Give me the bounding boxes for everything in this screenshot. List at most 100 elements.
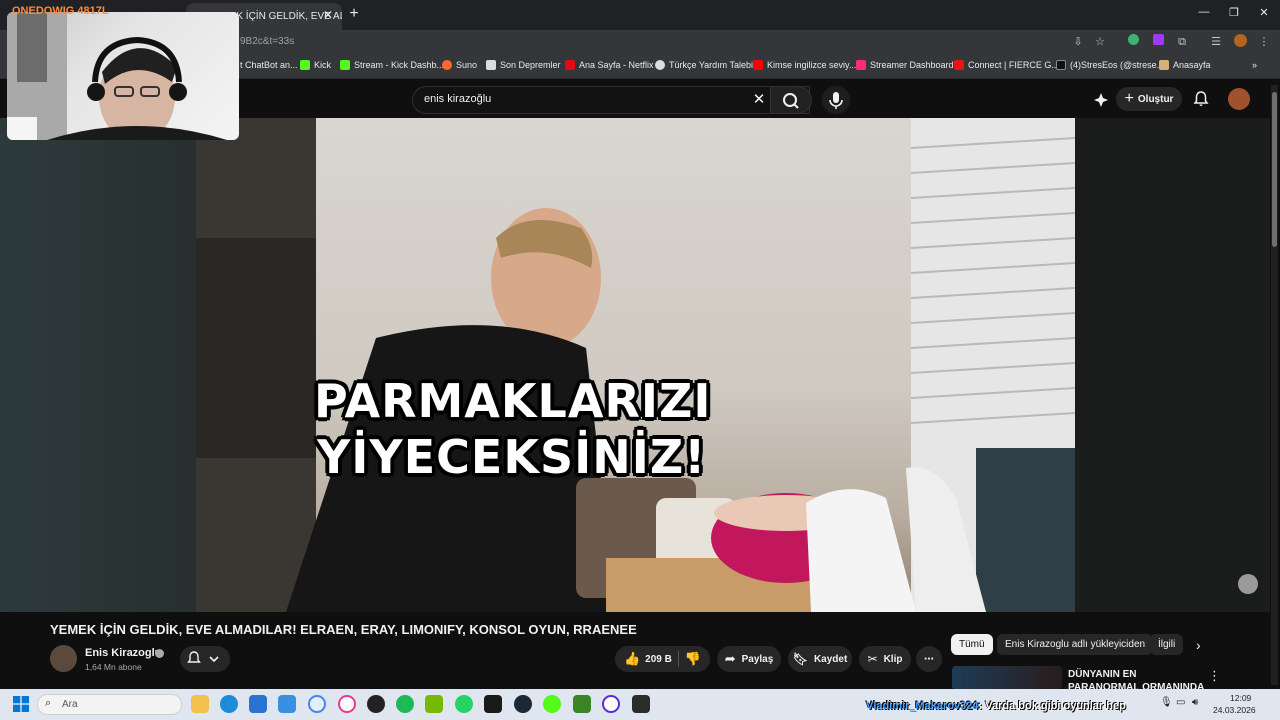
extension-shield-icon[interactable] — [1125, 34, 1141, 50]
clock-time[interactable]: 12:09 — [1230, 693, 1251, 703]
kick-app-icon[interactable] — [543, 695, 561, 713]
video-caption-line-1: PARMAKLARIZI — [314, 374, 712, 428]
chip-from-uploader[interactable]: Enis Kirazoglu adlı yükleyiciden — [997, 634, 1154, 655]
outlook-icon[interactable] — [278, 695, 296, 713]
channel-avatar[interactable] — [50, 645, 77, 672]
tab-close-icon[interactable]: ✕ — [320, 7, 336, 23]
store-icon[interactable] — [249, 695, 267, 713]
windows-start-icon[interactable] — [13, 696, 29, 712]
youtube-icon — [753, 60, 763, 70]
share-button[interactable]: ➦ Paylaş — [717, 646, 781, 672]
thumbs-down-icon[interactable]: 👎 — [685, 651, 701, 667]
scissors-icon: ✂ — [867, 652, 878, 666]
bookmark-label: (4)StresEos (@strese... — [1070, 60, 1165, 70]
profile-avatar-icon[interactable] — [1232, 34, 1248, 50]
extensions-puzzle-icon[interactable]: ⧉ — [1174, 34, 1190, 50]
account-avatar[interactable] — [1228, 88, 1250, 110]
reading-list-icon[interactable]: ☰ — [1208, 34, 1224, 50]
clock-date[interactable]: 24.03.2026 — [1213, 705, 1256, 715]
search-button[interactable] — [770, 86, 812, 114]
bookmark-item[interactable]: Son Depremler — [486, 60, 561, 70]
bookmark-label: Streamer Dashboard — [870, 60, 954, 70]
save-button[interactable]: 🔖︎ Kaydet — [788, 646, 852, 672]
extension-purple-icon[interactable] — [1150, 34, 1166, 50]
bookmarks-more-icon[interactable]: » — [1252, 60, 1257, 70]
bookmark-label: Türkçe Yardım Talebi — [669, 60, 754, 70]
microphone-tray-icon[interactable]: 🎙︎ — [1160, 697, 1173, 708]
taskbar-search-placeholder: Ara — [62, 699, 78, 710]
chrome-icon[interactable] — [308, 695, 326, 713]
help-icon — [655, 60, 665, 70]
bookmark-label: Kick — [314, 60, 332, 70]
netflix-icon — [565, 60, 575, 70]
recommendation-menu-icon[interactable]: ⋮ — [1208, 668, 1221, 684]
scrollbar-thumb[interactable] — [1272, 92, 1277, 247]
bookmark-item[interactable]: Ana Sayfa - Netflix — [565, 60, 654, 70]
bookmark-item[interactable]: Streamer Dashboard — [856, 60, 954, 70]
recommendation-thumbnail[interactable] — [952, 666, 1062, 690]
bookmark-label: Stream - Kick Dashb... — [354, 60, 445, 70]
chat-username: Vladimir_Makarov324 — [866, 700, 979, 712]
page-icon — [486, 60, 496, 70]
floating-avatar[interactable] — [1238, 574, 1258, 594]
browser-menu-icon[interactable]: ⋮ — [1256, 34, 1272, 50]
whatsapp-icon[interactable] — [455, 695, 473, 713]
subscription-bell-button[interactable] — [180, 646, 230, 672]
new-tab-button[interactable]: + — [345, 5, 363, 23]
bookmark-item[interactable]: Stream - Kick Dashb... — [340, 60, 444, 70]
bookmark-item[interactable]: Türkçe Yardım Talebi — [655, 60, 753, 70]
chip-related[interactable]: İlgili — [1150, 634, 1184, 655]
bookmark-star-icon[interactable]: ☆ — [1092, 34, 1108, 50]
like-button[interactable]: 👍 209 B — [624, 651, 672, 667]
steam-icon[interactable] — [514, 695, 532, 713]
video-caption-line-2: YİYECEKSİNİZ! — [317, 430, 707, 484]
epic-games-icon[interactable] — [632, 695, 650, 713]
bookmark-item[interactable]: Connect | FIERCE G... — [954, 60, 1059, 70]
plus-icon: + — [1124, 90, 1134, 107]
chevron-right-icon[interactable]: › — [1196, 637, 1201, 653]
search-query[interactable]: enis kirazoğlu — [424, 93, 491, 105]
ai-sparkle-icon[interactable] — [1092, 91, 1110, 109]
kick-icon — [300, 60, 310, 70]
bookmark-item[interactable]: Kick — [300, 60, 331, 70]
volume-icon[interactable]: 🔊︎ — [1192, 697, 1198, 708]
app-circle-icon[interactable] — [602, 695, 620, 713]
channel-name[interactable]: Enis Kirazoglu — [85, 647, 161, 659]
bookmark-item[interactable]: Suno — [442, 60, 477, 70]
file-explorer-icon[interactable] — [191, 695, 209, 713]
home-icon — [1159, 60, 1169, 70]
bookmark-item[interactable]: Anasayfa — [1159, 60, 1211, 70]
obs-icon[interactable] — [367, 695, 385, 713]
more-actions-button[interactable]: ⋯ — [916, 646, 942, 672]
window-close-icon[interactable]: ✕ — [1254, 6, 1274, 22]
voice-search-button[interactable] — [822, 86, 850, 114]
notifications-bell-icon[interactable] — [1192, 90, 1210, 108]
create-button[interactable]: + Oluştur — [1116, 87, 1182, 111]
clear-search-icon[interactable]: ✕ — [750, 91, 768, 109]
bookmark-label: Connect | FIERCE G... — [968, 60, 1059, 70]
nvidia-icon[interactable] — [425, 695, 443, 713]
opera-icon[interactable] — [338, 695, 356, 713]
url-field[interactable]: 9B2c&t=33s — [240, 36, 294, 47]
stream-chat-overlay: Vladimir_Makarov324: Varda bok gibi oyun… — [866, 700, 1126, 712]
clip-button[interactable]: ✂ Klip — [859, 646, 911, 672]
bookmark-item[interactable]: t ChatBot an... — [240, 60, 298, 70]
edge-icon[interactable] — [220, 695, 238, 713]
video-player[interactable]: PARMAKLARIZI YİYECEKSİNİZ! — [196, 118, 1075, 612]
bookmark-item[interactable]: (4)StresEos (@strese... — [1056, 60, 1164, 70]
chip-all[interactable]: Tümü — [951, 634, 993, 655]
bookmark-item[interactable]: Kimse ingilizce seviy... — [753, 60, 856, 70]
share-icon: ➦ — [724, 651, 736, 666]
bookmark-label: t ChatBot an... — [240, 60, 298, 70]
minecraft-icon[interactable] — [573, 695, 591, 713]
bookmark-label: Anasayfa — [1173, 60, 1211, 70]
install-app-icon[interactable]: ⇩ — [1070, 34, 1086, 50]
fierce-icon — [954, 60, 964, 70]
kick-studio-icon[interactable] — [484, 695, 502, 713]
taskbar-search-input[interactable] — [37, 694, 182, 715]
webcam-scene — [7, 12, 227, 140]
maximize-icon[interactable]: ❐ — [1224, 6, 1244, 22]
spotify-icon[interactable] — [396, 695, 414, 713]
minimize-icon[interactable]: — — [1194, 6, 1214, 22]
network-icon[interactable]: ▭ — [1176, 697, 1185, 708]
